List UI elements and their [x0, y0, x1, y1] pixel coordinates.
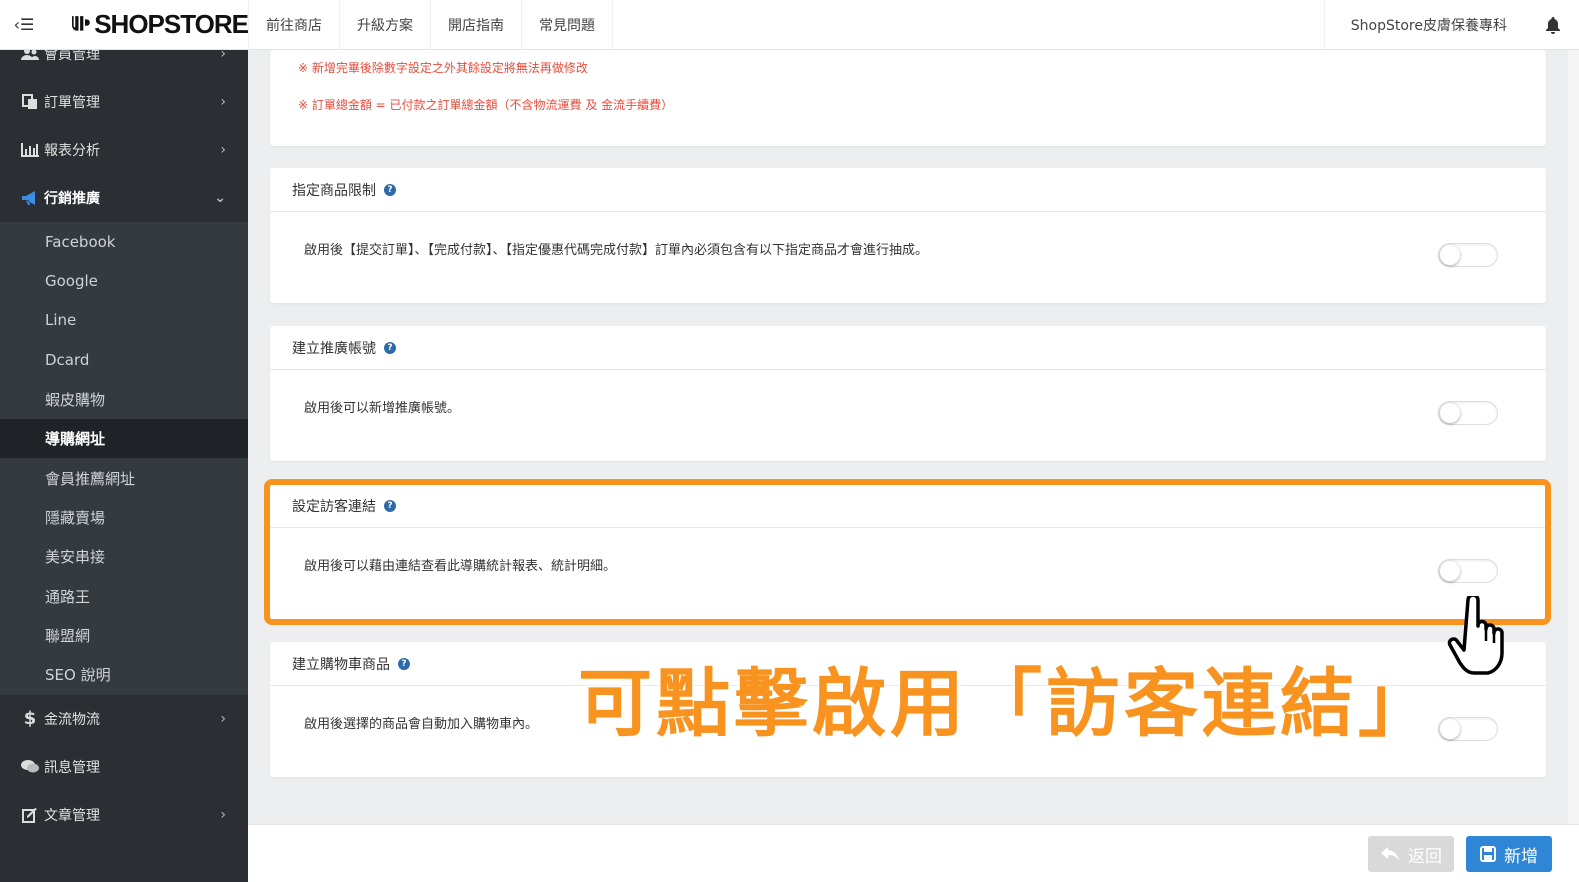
card-product-restriction: 指定商品限制 ? 啟用後【提交訂單】、【完成付款】、【指定優惠代碼完成付款】訂單…: [270, 168, 1546, 303]
note-line: ※ 訂單總金額 = 已付款之訂單總金額（不含物流運費 及 金流手續費）: [298, 98, 674, 112]
back-button-label: 返回: [1408, 846, 1442, 867]
add-button[interactable]: 新增: [1466, 836, 1552, 872]
chevron-right-icon: ›: [220, 710, 226, 727]
help-icon[interactable]: ?: [398, 657, 410, 670]
sidebar-item-label: 報表分析: [44, 143, 100, 159]
reply-icon: [1380, 846, 1400, 862]
hand-pointer-icon: [1447, 596, 1504, 675]
card-title: 指定商品限制: [292, 182, 376, 199]
nav-faq[interactable]: 常見問題: [521, 0, 613, 50]
submenu-affiliate[interactable]: 聯盟網: [0, 616, 248, 655]
bar-chart-icon: [18, 143, 42, 157]
highlight-box: [264, 479, 1551, 625]
sidebar-item-members[interactable]: 會員管理 ›: [0, 50, 248, 78]
help-icon[interactable]: ?: [384, 183, 396, 196]
store-name[interactable]: ShopStore皮膚保養專科: [1325, 15, 1533, 35]
sidebar-item-label: 訂單管理: [44, 95, 100, 111]
sidebar: 會員管理 › 訂單管理 › 報表分析 › 行銷推廣 ⌄ Facebook Goo…: [0, 50, 248, 882]
logo-text: SHOPSTORE: [94, 9, 249, 39]
nav-upgrade-plan[interactable]: 升級方案: [339, 0, 430, 50]
menu-toggle-icon[interactable]: ‹☰: [0, 0, 48, 50]
bell-icon[interactable]: [1533, 16, 1573, 34]
sidebar-item-messages[interactable]: 訊息管理: [0, 743, 248, 791]
chevron-down-icon: ⌄: [214, 190, 226, 206]
submenu-market-america[interactable]: 美安串接: [0, 537, 248, 576]
toggle-knob: [1440, 719, 1460, 739]
top-bar: ‹☰ SHOPSTORE 前往商店 升級方案 開店指南 常見問題 ShopSto…: [0, 0, 1579, 50]
toggle-switch[interactable]: [1438, 717, 1498, 741]
sidebar-item-label: 訊息管理: [44, 759, 100, 776]
edit-icon: [18, 807, 42, 823]
scrollbar[interactable]: [1568, 50, 1579, 824]
bullhorn-icon: [18, 190, 42, 206]
card-body: 啟用後可以新增推廣帳號。: [270, 370, 1546, 461]
notes-card: ※ 新增完畢後除數字設定之外其餘設定將無法再做修改 ※ 訂單總金額 = 已付款之…: [270, 50, 1546, 146]
top-right: ShopStore皮膚保養專科: [1323, 0, 1579, 50]
sidebar-item-label: 行銷推廣: [44, 191, 100, 207]
sidebar-item-marketing[interactable]: 行銷推廣 ⌄: [0, 174, 248, 222]
submenu-member-referral-url[interactable]: 會員推薦網址: [0, 458, 248, 497]
sidebar-item-label: 金流物流: [44, 711, 100, 728]
submenu-shopee[interactable]: 蝦皮購物: [0, 380, 248, 419]
sidebar-item-articles[interactable]: 文章管理 ›: [0, 791, 248, 839]
card-promo-account: 建立推廣帳號 ? 啟用後可以新增推廣帳號。: [270, 326, 1546, 461]
chevron-right-icon: ›: [220, 806, 226, 823]
back-button[interactable]: 返回: [1368, 836, 1454, 872]
chevron-right-icon: ›: [220, 142, 226, 158]
marketing-submenu: Facebook Google Line Dcard 蝦皮購物 導購網址 會員推…: [0, 222, 248, 695]
chevron-right-icon: ›: [220, 50, 226, 62]
submenu-seo[interactable]: SEO 說明: [0, 655, 248, 694]
toggle-switch[interactable]: [1438, 401, 1498, 425]
submenu-facebook[interactable]: Facebook: [0, 222, 248, 261]
submenu-hidden-store[interactable]: 隱藏賣場: [0, 498, 248, 537]
save-icon: [1480, 846, 1496, 862]
toggle-switch[interactable]: [1438, 243, 1498, 267]
sidebar-item-reports[interactable]: 報表分析 ›: [0, 126, 248, 174]
card-description: 啟用後【提交訂單】、【完成付款】、【指定優惠代碼完成付款】訂單內必須包含有以下指…: [304, 243, 929, 258]
logo-mark-icon: [72, 15, 90, 31]
toggle-knob: [1440, 403, 1460, 423]
toggle-knob: [1440, 245, 1460, 265]
note-line: ※ 新增完畢後除數字設定之外其餘設定將無法再做修改: [298, 61, 588, 75]
submenu-channel-king[interactable]: 通路王: [0, 577, 248, 616]
users-icon: [18, 50, 42, 61]
card-body: 啟用後【提交訂單】、【完成付款】、【指定優惠代碼完成付款】訂單內必須包含有以下指…: [270, 212, 1546, 303]
card-header: 建立推廣帳號 ?: [270, 326, 1546, 370]
logo[interactable]: SHOPSTORE: [48, 0, 249, 50]
chevron-right-icon: ›: [220, 94, 226, 110]
submenu-line[interactable]: Line: [0, 301, 248, 340]
sidebar-item-label: 文章管理: [44, 807, 100, 824]
comments-icon: [18, 759, 42, 774]
card-description: 啟用後可以新增推廣帳號。: [304, 401, 461, 416]
top-nav: 前往商店 升級方案 開店指南 常見問題: [248, 0, 613, 50]
sidebar-item-payment-logistics[interactable]: $ 金流物流 ›: [0, 695, 248, 743]
footer-bar: 返回 新增: [248, 824, 1579, 882]
card-header: 指定商品限制 ?: [270, 168, 1546, 212]
sidebar-item-orders[interactable]: 訂單管理 ›: [0, 78, 248, 126]
copy-icon: [18, 94, 42, 110]
card-title: 建立購物車商品: [292, 656, 390, 673]
callout-text: 可點擊啟用「訪客連結」: [578, 661, 1436, 747]
help-icon[interactable]: ?: [384, 341, 396, 354]
dollar-icon: $: [23, 708, 37, 730]
submenu-referral-url[interactable]: 導購網址: [0, 418, 248, 459]
submenu-google[interactable]: Google: [0, 261, 248, 300]
add-button-label: 新增: [1504, 846, 1538, 867]
nav-go-to-store[interactable]: 前往商店: [248, 0, 339, 50]
card-title: 建立推廣帳號: [292, 340, 376, 357]
nav-store-guide[interactable]: 開店指南: [430, 0, 521, 50]
sidebar-item-label: 會員管理: [44, 50, 100, 63]
notes: ※ 新增完畢後除數字設定之外其餘設定將無法再做修改 ※ 訂單總金額 = 已付款之…: [270, 50, 1546, 132]
submenu-dcard[interactable]: Dcard: [0, 340, 248, 379]
